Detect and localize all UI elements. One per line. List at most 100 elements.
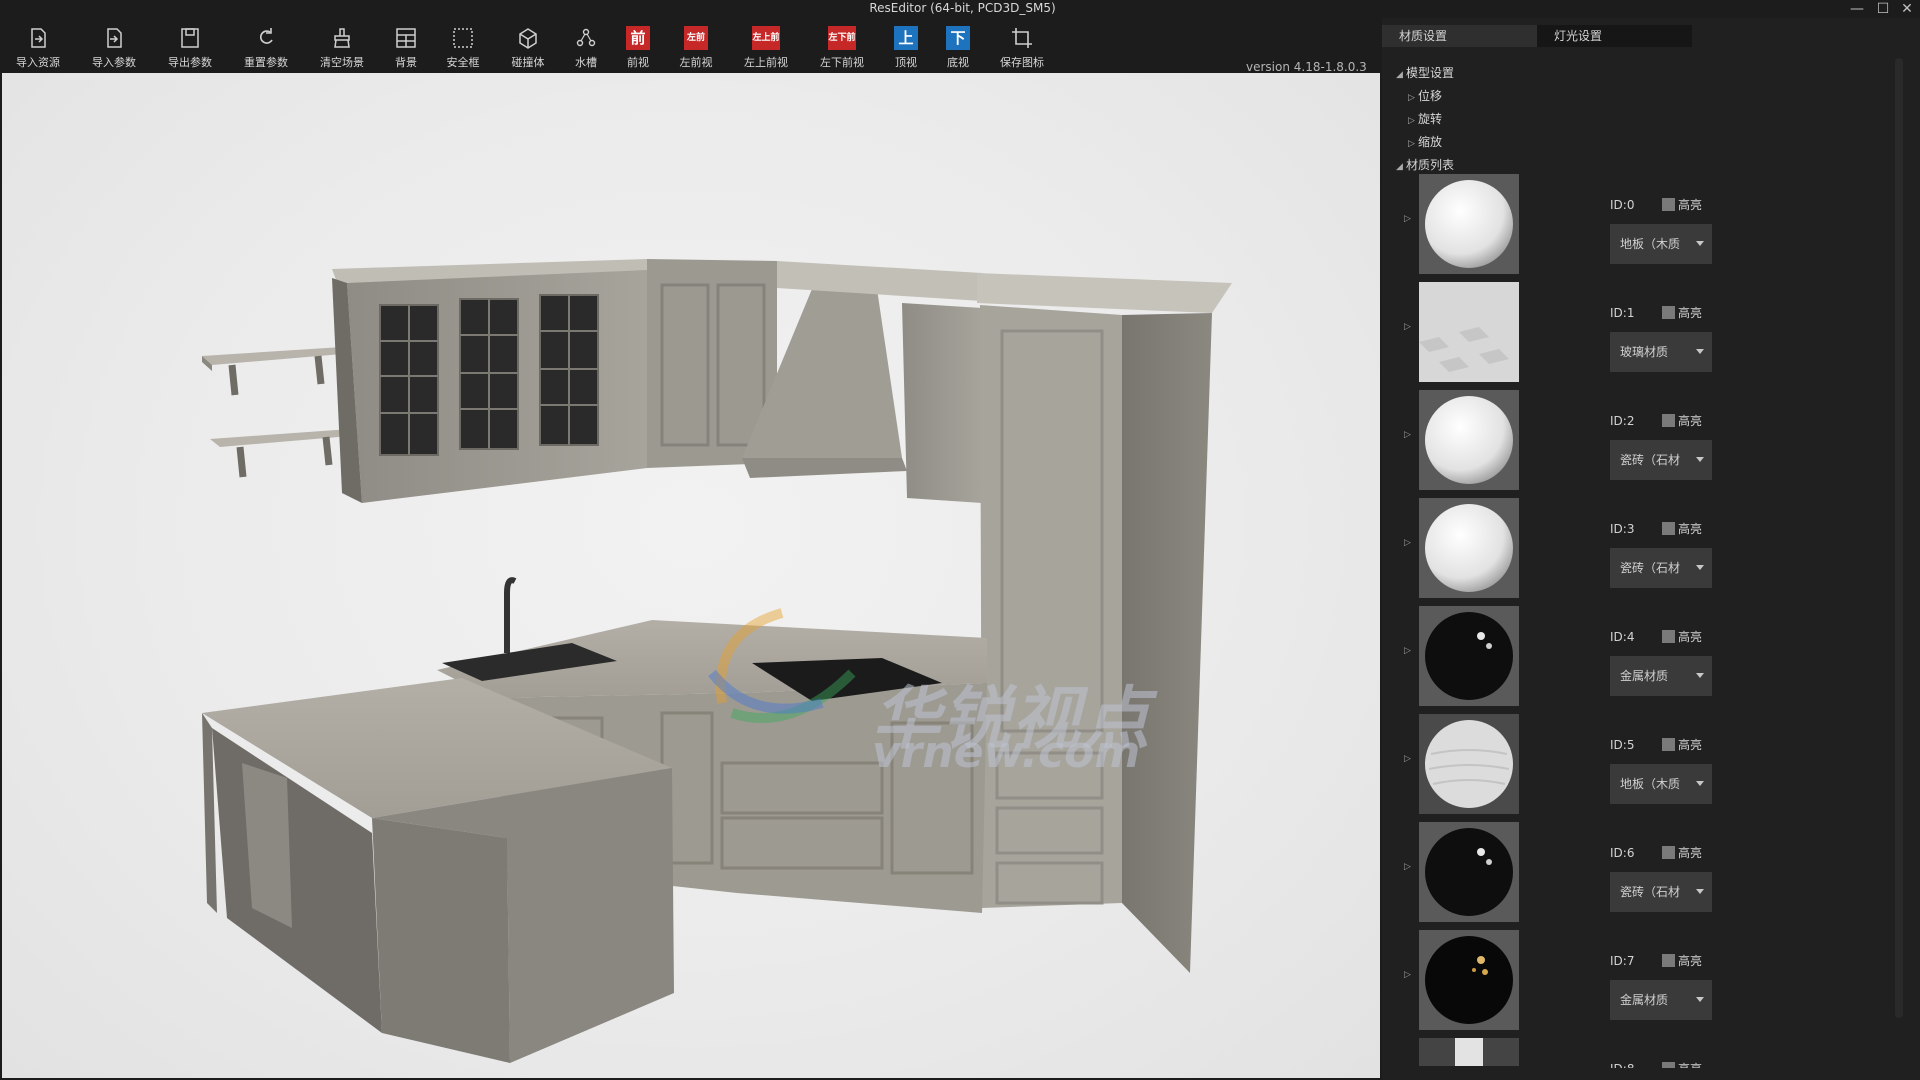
highlight-label: 高亮 — [1678, 630, 1703, 644]
material-row: ▷ ID:6 高亮 瓷砖（石材 — [1382, 822, 1882, 930]
safe-frame-button[interactable]: 安全框 — [445, 26, 481, 72]
highlight-label: 高亮 — [1678, 738, 1703, 752]
material-row: ▷ ID:4 高亮 金属材质 — [1382, 606, 1882, 714]
reset-params-icon — [259, 28, 273, 44]
expand-triangle-icon[interactable]: ▷ — [1404, 862, 1411, 872]
tree-rotation[interactable]: ▷ 旋转 — [1408, 110, 1442, 127]
bottom-view-icon: 下 — [946, 26, 970, 50]
left-front-view-button[interactable]: 左前 左前视 — [676, 26, 716, 72]
background-label: 背景 — [395, 56, 417, 69]
tree-scale[interactable]: ▷ 缩放 — [1408, 133, 1442, 150]
import-resource-button[interactable]: 导入资源 — [12, 26, 64, 72]
left-bottom-front-view-button[interactable]: 左下前 左下前视 — [816, 26, 868, 72]
export-params-icon — [181, 28, 199, 48]
tree-material-list[interactable]: ◢ 材质列表 — [1396, 156, 1454, 173]
panel-scrollbar[interactable] — [1895, 58, 1903, 1018]
import-params-button[interactable]: 导入参数 — [88, 26, 140, 72]
checkbox-box[interactable] — [1662, 738, 1675, 751]
highlight-checkbox[interactable]: 高亮 — [1662, 196, 1702, 213]
material-preview-thumbnail[interactable] — [1419, 930, 1519, 1030]
material-preview-thumbnail[interactable] — [1419, 498, 1519, 598]
material-type-select[interactable]: 金属材质 — [1610, 656, 1712, 696]
kitchen-model — [202, 259, 1232, 1063]
sink-button[interactable]: 水槽 — [572, 26, 600, 72]
material-id-label: ID:3 — [1610, 522, 1635, 536]
material-preview-thumbnail[interactable] — [1419, 606, 1519, 706]
tab-material-settings[interactable]: 材质设置 — [1382, 25, 1537, 47]
highlight-label: 高亮 — [1678, 522, 1703, 536]
tab-light-settings[interactable]: 灯光设置 — [1537, 25, 1692, 47]
material-row: ▷ID:8高亮 — [1382, 1038, 1882, 1068]
checkbox-box[interactable] — [1662, 198, 1675, 211]
reset-params-button[interactable]: 重置参数 — [240, 26, 292, 72]
front-view-button[interactable]: 前 前视 — [624, 26, 652, 72]
material-preview-thumbnail[interactable] — [1419, 282, 1519, 382]
highlight-checkbox[interactable]: 高亮 — [1662, 1060, 1702, 1068]
clear-scene-button[interactable]: 清空场景 — [316, 26, 368, 72]
material-type-select[interactable]: 瓷砖（石材 — [1610, 440, 1712, 480]
material-preview-thumbnail[interactable] — [1419, 822, 1519, 922]
maximize-button[interactable]: ☐ — [1872, 0, 1894, 18]
chevron-down-icon — [1696, 457, 1704, 462]
checkbox-box[interactable] — [1662, 954, 1675, 967]
bottom-view-button[interactable]: 下 底视 — [944, 26, 972, 72]
material-type-value: 玻璃材质 — [1620, 345, 1669, 359]
material-type-select[interactable]: 瓷砖（石材 — [1610, 548, 1712, 588]
highlight-label: 高亮 — [1678, 1062, 1702, 1068]
material-type-select[interactable]: 玻璃材质 — [1610, 332, 1712, 372]
left-top-front-view-button[interactable]: 左上前 左上前视 — [740, 26, 792, 72]
material-type-select[interactable]: 地板（木质 — [1610, 764, 1712, 804]
save-icon-button[interactable]: 保存图标 — [996, 26, 1048, 72]
highlight-checkbox[interactable]: 高亮 — [1662, 304, 1702, 321]
checkbox-box[interactable] — [1662, 1062, 1675, 1068]
highlight-checkbox[interactable]: 高亮 — [1662, 736, 1702, 753]
counter-and-base — [202, 577, 987, 1063]
highlight-checkbox[interactable]: 高亮 — [1662, 628, 1702, 645]
checkbox-box[interactable] — [1662, 414, 1675, 427]
highlight-checkbox[interactable]: 高亮 — [1662, 412, 1702, 429]
material-preview-thumbnail[interactable] — [1419, 1038, 1519, 1066]
expand-triangle-icon[interactable]: ▷ — [1404, 538, 1411, 548]
top-view-button[interactable]: 上 顶视 — [892, 26, 920, 72]
checkbox-box[interactable] — [1662, 522, 1675, 535]
chevron-down-icon — [1696, 889, 1704, 894]
3d-viewport[interactable]: 华锐视点 vrnew.com — [2, 73, 1380, 1078]
material-row: ▷ ID:0 高亮 地板（木质 — [1382, 174, 1882, 282]
material-preview-thumbnail[interactable] — [1419, 714, 1519, 814]
background-icon — [396, 28, 416, 48]
expand-triangle-icon[interactable]: ▷ — [1404, 214, 1411, 224]
sink-icon — [576, 28, 596, 47]
material-preview-thumbnail[interactable] — [1419, 174, 1519, 274]
background-button[interactable]: 背景 — [392, 26, 420, 72]
safe-frame-icon — [453, 28, 473, 48]
highlight-checkbox[interactable]: 高亮 — [1662, 520, 1702, 537]
expand-triangle-icon[interactable]: ▷ — [1404, 646, 1411, 656]
checkbox-box[interactable] — [1662, 630, 1675, 643]
collapse-triangle-icon: ◢ — [1396, 162, 1403, 172]
checkbox-box[interactable] — [1662, 846, 1675, 859]
expand-triangle-icon[interactable]: ▷ — [1404, 430, 1411, 440]
import-params-icon — [107, 28, 122, 48]
collider-button[interactable]: 碰撞体 — [508, 26, 548, 72]
tree-model-settings[interactable]: ◢ 模型设置 — [1396, 64, 1454, 81]
export-params-button[interactable]: 导出参数 — [164, 26, 216, 72]
material-preview-thumbnail[interactable] — [1419, 390, 1519, 490]
checkbox-box[interactable] — [1662, 306, 1675, 319]
expand-triangle-icon[interactable]: ▷ — [1404, 322, 1411, 332]
safe-frame-label: 安全框 — [446, 56, 480, 69]
material-type-select[interactable]: 金属材质 — [1610, 980, 1712, 1020]
expand-triangle-icon[interactable]: ▷ — [1404, 970, 1411, 980]
bottom-view-label: 底视 — [947, 56, 969, 69]
minimize-button[interactable]: — — [1846, 0, 1868, 18]
highlight-checkbox[interactable]: 高亮 — [1662, 844, 1702, 861]
close-button[interactable]: ✕ — [1896, 0, 1918, 18]
top-view-icon: 上 — [894, 26, 918, 50]
tree-position[interactable]: ▷ 位移 — [1408, 87, 1442, 104]
toolbar: 导入资源 导入参数 导出参数 重置参数 清空场景 背景 安全框 碰撞体 水槽 前… — [0, 18, 1380, 74]
material-type-value: 地板（木质 — [1620, 777, 1681, 791]
expand-triangle-icon[interactable]: ▷ — [1404, 754, 1411, 764]
material-type-select[interactable]: 地板（木质 — [1610, 224, 1712, 264]
highlight-checkbox[interactable]: 高亮 — [1662, 952, 1702, 969]
material-type-value: 瓷砖（石材 — [1620, 453, 1681, 467]
material-type-select[interactable]: 瓷砖（石材 — [1610, 872, 1712, 912]
